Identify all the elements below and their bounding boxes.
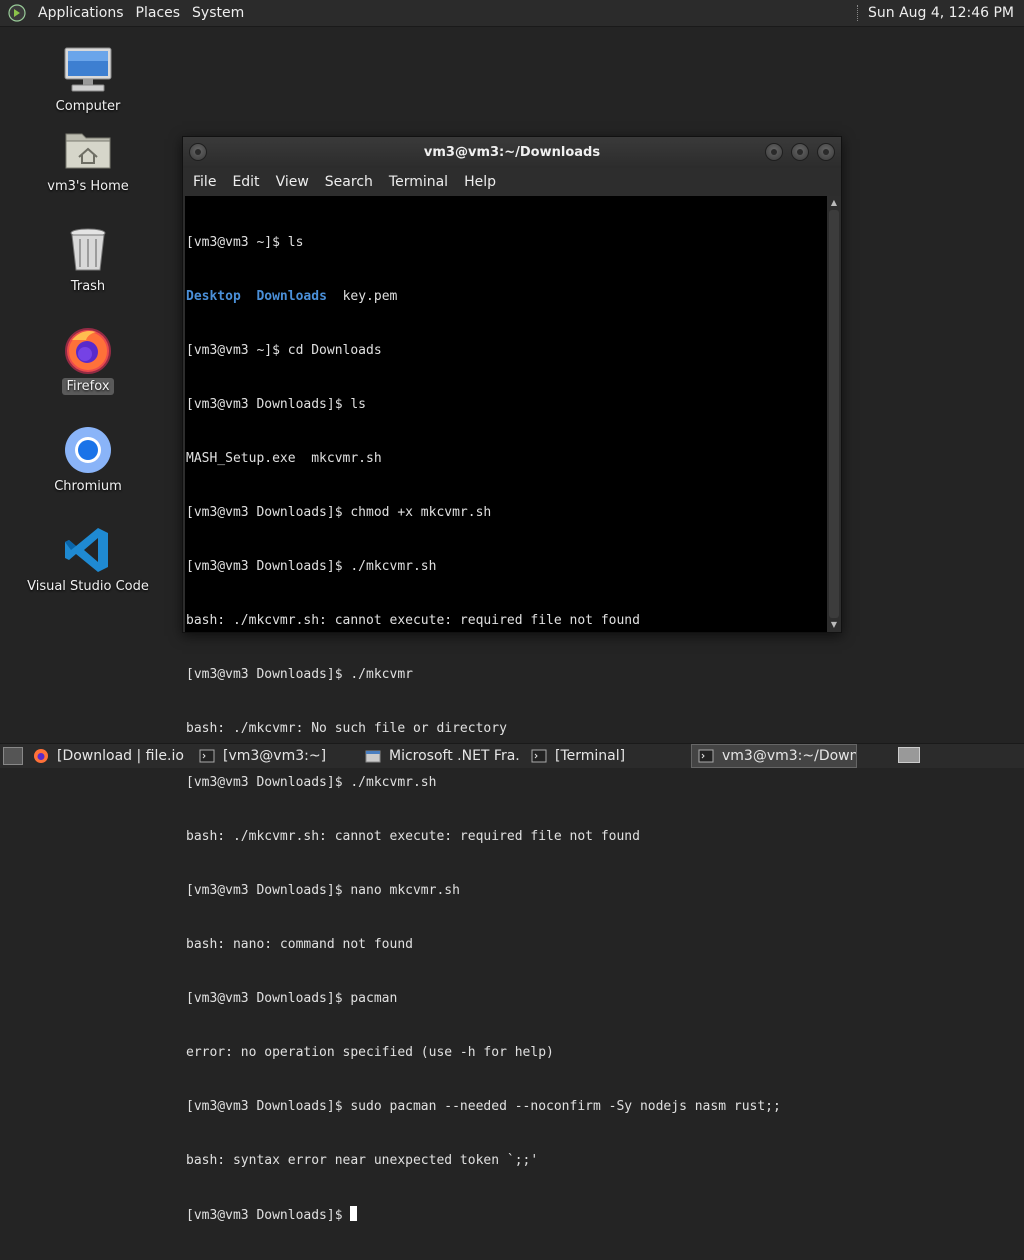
vscode-icon: [65, 528, 108, 572]
taskbar-item-label: [Terminal]: [555, 748, 626, 764]
computer-icon: [64, 47, 112, 92]
menu-file[interactable]: File: [185, 174, 224, 190]
terminal-prompt: [vm3@vm3 Downloads]$: [186, 1208, 351, 1223]
system-menu[interactable]: System: [186, 5, 250, 21]
taskbar-item-firefox[interactable]: [Download | file.io ...: [27, 745, 189, 767]
window-titlebar[interactable]: vm3@vm3:~/Downloads: [183, 137, 841, 168]
terminal-icon: [698, 749, 714, 763]
terminal-line: error: no operation specified (use -h fo…: [186, 1045, 554, 1060]
terminal-scrollbar[interactable]: ▲ ▼: [827, 196, 841, 632]
desktop-icon-firefox[interactable]: Firefox: [23, 324, 153, 395]
workspace-switcher[interactable]: [898, 747, 920, 763]
terminal-line: [vm3@vm3 ~]$ ls: [186, 235, 304, 250]
desktop-icon-chromium[interactable]: Chromium: [23, 424, 153, 495]
menu-edit[interactable]: Edit: [224, 174, 267, 190]
terminal-line: bash: ./mkcvmr.sh: cannot execute: requi…: [186, 829, 640, 844]
desktop-icon-label: Computer: [55, 99, 121, 114]
clock[interactable]: Sun Aug 4, 12:46 PM: [868, 5, 1014, 21]
menu-help[interactable]: Help: [456, 174, 504, 190]
terminal-line: [vm3@vm3 Downloads]$ ls: [186, 397, 367, 412]
taskbar-item-dotnet-installer[interactable]: Microsoft .NET Fra...: [359, 745, 521, 767]
distro-logo-icon[interactable]: [8, 4, 26, 22]
terminal-line: MASH_Setup.exe mkcvmr.sh: [186, 451, 382, 466]
taskbar-item-terminal[interactable]: [Terminal]: [525, 745, 687, 767]
desktop-icon-label: Visual Studio Code: [27, 579, 149, 594]
taskbar-item-terminal-home[interactable]: [vm3@vm3:~]: [193, 745, 355, 767]
clock-area: Sun Aug 4, 12:46 PM: [857, 0, 1014, 26]
bottom-taskbar: [Download | file.io ... [vm3@vm3:~] Micr…: [0, 743, 1024, 768]
panel-separator: [857, 5, 860, 21]
terminal-line: [vm3@vm3 Downloads]$ ./mkcvmr: [186, 667, 413, 682]
taskbar-item-label: vm3@vm3:~/Downl...: [722, 748, 856, 764]
terminal-line-ls-output: Desktop Downloads key.pem: [186, 288, 827, 306]
desktop-icon-vscode[interactable]: Visual Studio Code: [23, 524, 153, 595]
terminal-icon: [531, 749, 547, 763]
terminal-line: bash: syntax error near unexpected token…: [186, 1153, 539, 1168]
terminal-line: [vm3@vm3 Downloads]$ ./mkcvmr.sh: [186, 559, 437, 574]
directory-entry: Desktop: [186, 289, 241, 304]
trash-icon: [70, 228, 106, 271]
menu-search[interactable]: Search: [317, 174, 381, 190]
directory-entry: Downloads: [256, 289, 327, 304]
file-entry: key.pem: [342, 289, 398, 304]
minimize-button[interactable]: [765, 143, 783, 161]
terminal-line: bash: ./mkcvmr: No such file or director…: [186, 721, 507, 736]
firefox-icon: [65, 328, 111, 374]
desktop-icon-home[interactable]: vm3's Home: [23, 124, 153, 195]
menu-view[interactable]: View: [268, 174, 317, 190]
home-folder-icon: [65, 133, 111, 169]
taskbar-item-label: [Download | file.io ...: [57, 748, 189, 764]
text-cursor: [350, 1206, 358, 1221]
terminal-output[interactable]: [vm3@vm3 ~]$ ls Desktop Downloads key.pe…: [185, 196, 827, 1223]
window-title: vm3@vm3:~/Downloads: [423, 145, 601, 160]
places-menu[interactable]: Places: [130, 5, 187, 21]
terminal-line: [vm3@vm3 ~]$ cd Downloads: [186, 343, 382, 358]
terminal-line: bash: nano: command not found: [186, 937, 413, 952]
close-button[interactable]: [817, 143, 835, 161]
desktop-icon-trash[interactable]: Trash: [23, 224, 153, 295]
terminal-icon: [199, 749, 215, 763]
desktop-icon-computer[interactable]: Computer: [23, 44, 153, 115]
chromium-icon: [65, 427, 111, 473]
terminal-menubar: File Edit View Search Terminal Help: [183, 168, 841, 196]
window-menu-button[interactable]: [189, 143, 207, 161]
firefox-icon: [34, 749, 48, 763]
desktop-icon-label: Trash: [70, 279, 106, 294]
terminal-line: [vm3@vm3 Downloads]$ nano mkcvmr.sh: [186, 883, 460, 898]
desktop-icon-label: Chromium: [54, 479, 122, 494]
taskbar-item-label: [vm3@vm3:~]: [223, 748, 327, 764]
maximize-button[interactable]: [791, 143, 809, 161]
scrollbar-thumb[interactable]: [829, 210, 839, 618]
terminal-line: [vm3@vm3 Downloads]$ sudo pacman --neede…: [186, 1099, 781, 1114]
scroll-down-icon[interactable]: ▼: [827, 618, 841, 632]
desktop-icon-label: vm3's Home: [47, 179, 129, 194]
show-desktop-button[interactable]: [3, 747, 23, 765]
menu-terminal[interactable]: Terminal: [381, 174, 456, 190]
top-panel: Applications Places System Sun Aug 4, 12…: [0, 0, 1024, 27]
taskbar-item-label: Microsoft .NET Fra...: [389, 748, 521, 764]
desktop-icon-label: Firefox: [62, 378, 114, 395]
installer-icon: [365, 750, 381, 763]
applications-menu[interactable]: Applications: [32, 5, 130, 21]
terminal-line: bash: ./mkcvmr.sh: cannot execute: requi…: [186, 613, 640, 628]
terminal-prompt-line[interactable]: [vm3@vm3 Downloads]$: [186, 1206, 827, 1224]
taskbar-item-terminal-downloads[interactable]: vm3@vm3:~/Downl...: [691, 744, 857, 768]
terminal-line: [vm3@vm3 Downloads]$ pacman: [186, 991, 398, 1006]
scroll-up-icon[interactable]: ▲: [827, 196, 841, 210]
terminal-window[interactable]: vm3@vm3:~/Downloads File Edit View Searc…: [182, 136, 842, 1223]
terminal-line: [vm3@vm3 Downloads]$ chmod +x mkcvmr.sh: [186, 505, 492, 520]
terminal-line: [vm3@vm3 Downloads]$ ./mkcvmr.sh: [186, 775, 437, 790]
